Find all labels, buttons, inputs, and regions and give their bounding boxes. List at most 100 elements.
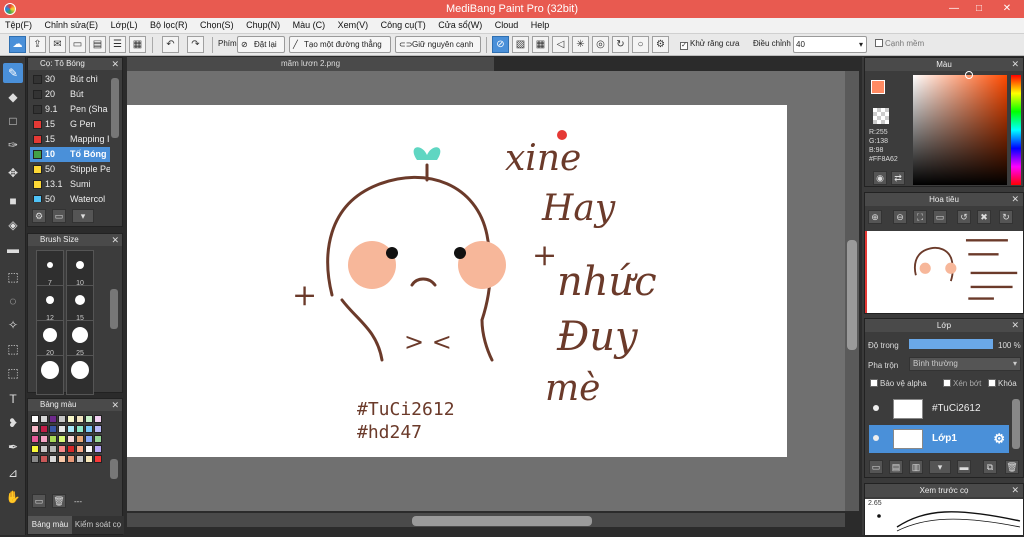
select-pen-tool-icon[interactable]: ⬚ — [3, 339, 23, 359]
adjust-select[interactable]: 40 ▾ — [793, 36, 867, 53]
palette-icon[interactable]: ◉ — [873, 171, 887, 185]
close-icon[interactable]: ✕ — [1011, 319, 1019, 332]
horizontal-scroll-thumb[interactable] — [412, 516, 592, 526]
settings-icon[interactable]: ⚙ — [652, 36, 669, 53]
rotate-left-icon[interactable]: ↺ — [957, 210, 971, 224]
forbidden-icon[interactable]: ⊘ — [492, 36, 509, 53]
flip-icon[interactable]: ✖ — [977, 210, 991, 224]
layer-menu-icon[interactable]: ▾ — [929, 460, 951, 474]
menu-tools[interactable]: Công cụ(T) — [376, 18, 431, 32]
circle-icon[interactable]: ○ — [632, 36, 649, 53]
select-eraser-tool-icon[interactable]: ⬚ — [3, 363, 23, 383]
brush-size-cell[interactable]: 12 — [36, 285, 64, 325]
new-brush-icon[interactable]: ▭ — [52, 209, 66, 223]
perspective-icon[interactable]: ◁ — [552, 36, 569, 53]
brush-item[interactable]: 30 Bút chì — [30, 72, 110, 87]
duplicate-layer-icon[interactable]: ⧉ — [983, 460, 997, 474]
palette-swatch[interactable] — [40, 435, 48, 443]
menu-select[interactable]: Chọn(S) — [195, 18, 239, 32]
brush-size-cell[interactable]: 7 — [36, 250, 64, 290]
palette-swatch[interactable] — [94, 445, 102, 453]
reset-button[interactable]: ⊘ Đặt lại — [237, 36, 285, 53]
palette-swatch[interactable] — [49, 435, 57, 443]
palette-swatch[interactable] — [40, 425, 48, 433]
dot-tool-icon[interactable]: ✑ — [3, 135, 23, 155]
close-icon[interactable]: ✕ — [111, 399, 119, 411]
palette-swatch[interactable] — [85, 415, 93, 423]
menu-help[interactable]: Help — [526, 18, 555, 32]
brush-settings-icon[interactable]: ⚙ — [32, 209, 46, 223]
layer-item-selected[interactable]: Lớp1 ⚙ — [869, 425, 1009, 453]
palette-swatch[interactable] — [76, 435, 84, 443]
comment-icon[interactable]: ▭ — [69, 36, 86, 53]
fit-icon[interactable]: ⛶ — [913, 210, 927, 224]
palette-swatch[interactable] — [40, 455, 48, 463]
palette-swatch[interactable] — [31, 445, 39, 453]
page-icon[interactable]: ▤ — [89, 36, 106, 53]
palette-swatch[interactable] — [31, 415, 39, 423]
eye-icon[interactable] — [873, 435, 879, 441]
pen-tool-icon[interactable]: ✒ — [3, 437, 23, 457]
palette-swatch[interactable] — [76, 445, 84, 453]
brush-item[interactable]: 13.1 Sumi — [30, 177, 110, 192]
palette-swatch[interactable] — [76, 455, 84, 463]
brush-size-scrollbar[interactable] — [110, 289, 118, 329]
palette-swatch[interactable] — [58, 415, 66, 423]
transparent-swatch[interactable] — [873, 108, 889, 124]
radial-icon[interactable]: ✳ — [572, 36, 589, 53]
eyedropper-tool-icon[interactable]: ⊿ — [3, 463, 23, 483]
palette-swatch[interactable] — [94, 435, 102, 443]
hand-tool-icon[interactable]: ✋ — [3, 487, 23, 507]
brush-item[interactable]: 15 Mapping I — [30, 132, 110, 147]
tab-brush-control[interactable]: Kiểm soát cọ — [72, 516, 124, 534]
redo-icon[interactable]: ↷ — [187, 36, 204, 53]
close-icon[interactable]: ✕ — [1011, 484, 1019, 497]
delete-layer-icon[interactable]: 🗑 — [1005, 460, 1019, 474]
palette-swatch[interactable] — [58, 445, 66, 453]
palette-swatch[interactable] — [40, 415, 48, 423]
palette-swatch[interactable] — [49, 445, 57, 453]
color-picker-field[interactable] — [913, 75, 1007, 185]
brush-size-cell[interactable]: 25 — [66, 320, 94, 360]
hue-slider[interactable] — [1011, 75, 1021, 185]
palette-swatch[interactable] — [49, 455, 57, 463]
hatch-icon[interactable]: ▧ — [512, 36, 529, 53]
palette-scrollbar[interactable] — [110, 459, 118, 479]
square-grid-icon[interactable]: ▦ — [532, 36, 549, 53]
clip-checkbox[interactable]: Xén bớt — [943, 379, 981, 388]
brush-menu-icon[interactable]: ▾ — [72, 209, 94, 223]
close-icon[interactable]: ✕ — [111, 58, 119, 70]
close-icon[interactable]: ✕ — [1011, 193, 1019, 206]
menu-cloud[interactable]: Cloud — [490, 18, 524, 32]
palette-swatch[interactable] — [94, 415, 102, 423]
smooth-edge-checkbox[interactable]: Cạnh mềm — [875, 39, 924, 48]
folder-icon[interactable]: ▬ — [957, 460, 971, 474]
menu-window[interactable]: Cửa sổ(W) — [433, 18, 487, 32]
navigator-preview[interactable] — [865, 231, 1023, 313]
magic-wand-tool-icon[interactable]: ✧ — [3, 315, 23, 335]
eraser-tool-icon[interactable]: ◆ — [3, 87, 23, 107]
vertical-scroll-thumb[interactable] — [847, 240, 857, 350]
brush-size-cell[interactable]: 15 — [66, 285, 94, 325]
layers-scrollbar[interactable] — [1012, 399, 1020, 449]
brush-size-cell[interactable]: 10 — [66, 250, 94, 290]
lasso-tool-icon[interactable]: ◌ — [3, 291, 23, 311]
balloon-tool-icon[interactable]: ❥ — [3, 413, 23, 433]
swap-color-icon[interactable]: ⇄ — [891, 171, 905, 185]
palette-swatch[interactable] — [49, 425, 57, 433]
brush-list-scrollbar[interactable] — [111, 78, 119, 138]
bucket-tool-icon[interactable]: ◈ — [3, 215, 23, 235]
brush-item[interactable]: 15 G Pen — [30, 117, 110, 132]
lock-checkbox[interactable]: Khóa — [988, 379, 1017, 388]
brush-size-cell[interactable] — [66, 355, 94, 395]
palette-swatch[interactable] — [94, 425, 102, 433]
straight-line-button[interactable]: ╱ Tạo một đường thẳng — [289, 36, 391, 53]
brush-tool-icon[interactable]: ✎ — [3, 63, 23, 83]
palette-swatch[interactable] — [67, 455, 75, 463]
brush-size-cell[interactable]: 20 — [36, 320, 64, 360]
close-icon[interactable]: ✕ — [1011, 58, 1019, 71]
palette-swatch[interactable] — [40, 445, 48, 453]
gradient-tool-icon[interactable]: ▬ — [3, 239, 23, 259]
concentric-icon[interactable]: ◎ — [592, 36, 609, 53]
minimize-button[interactable]: — — [942, 1, 966, 16]
